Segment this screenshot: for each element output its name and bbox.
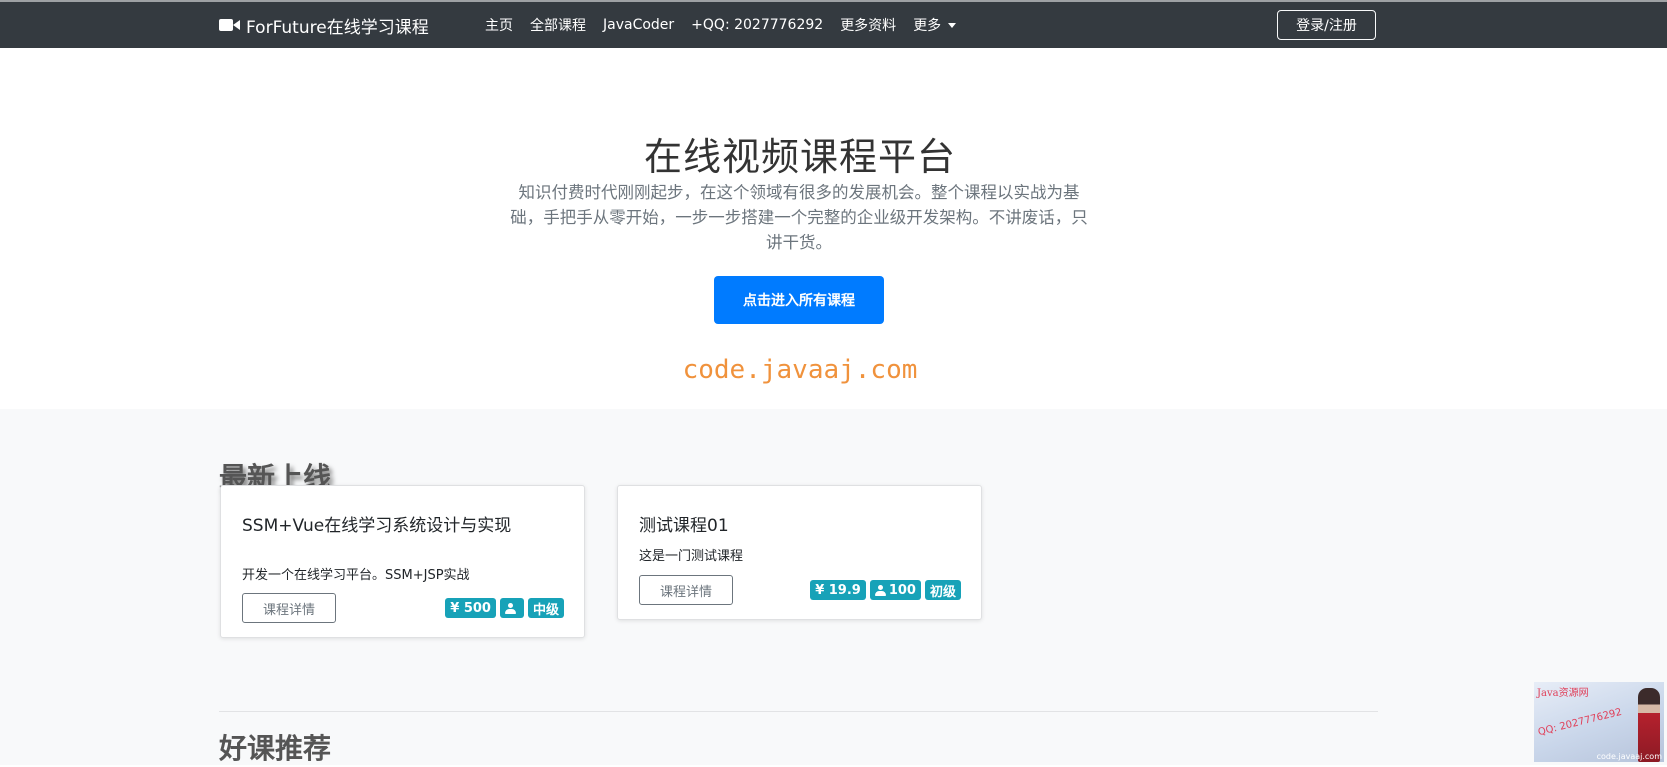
hero-title: 在线视频课程平台 — [643, 135, 956, 179]
nav-links: 主页 全部课程 JavaCoder +QQ: 2027776292 更多资料 更… — [485, 2, 973, 48]
enter-all-courses-button[interactable]: 点击进入所有课程 — [714, 276, 884, 324]
login-register-button[interactable]: 登录/注册 — [1277, 10, 1376, 40]
navbar: ForFuture在线学习课程 主页 全部课程 JavaCoder +QQ: 2… — [0, 2, 1667, 48]
course-detail-button[interactable]: 课程详情 — [242, 593, 336, 623]
user-icon — [874, 584, 886, 596]
hero-description: 知识付费时代刚刚起步，在这个领域有很多的发展机会。整个课程以实战为基础，手把手从… — [510, 183, 1088, 252]
course-title[interactable]: SSM+Vue在线学习系统设计与实现 — [242, 515, 552, 537]
course-badges: ¥ 19.9 100 初级 — [810, 580, 961, 600]
ad-qq: QQ: 2027776292 — [1536, 706, 1623, 739]
ad-site: code.javaaj.com — [1596, 752, 1662, 761]
caret-down-icon — [948, 22, 957, 28]
nav-home[interactable]: 主页 — [485, 15, 513, 35]
course-badges: ¥ 500 中级 — [445, 598, 564, 618]
enrolled-badge: 100 — [869, 580, 921, 600]
ad-figure-image — [1638, 688, 1660, 762]
nav-more-dropdown[interactable]: 更多 — [913, 15, 957, 35]
hero-jumbotron: 在线视频课程平台 知识付费时代刚刚起步，在这个领域有很多的发展机会。整个课程以实… — [0, 48, 1667, 409]
video-camera-icon — [219, 19, 241, 31]
level-badge: 中级 — [527, 598, 564, 618]
course-card: 测试课程01 这是一门测试课程 课程详情 ¥ 19.9 100 初级 — [617, 485, 982, 620]
latest-courses-section: 最新上线 SSM+Vue在线学习系统设计与实现 开发一个在线学习平台。SSM+J… — [0, 409, 1667, 765]
course-summary: 开发一个在线学习平台。SSM+JSP实战 — [242, 568, 470, 583]
nav-more-label: 更多 — [913, 18, 942, 34]
section-divider — [219, 711, 1378, 712]
course-detail-button[interactable]: 课程详情 — [639, 575, 733, 605]
nav-qq[interactable]: +QQ: 2027776292 — [691, 17, 823, 33]
enrolled-count: 100 — [888, 582, 916, 598]
price-badge: ¥ 500 — [445, 598, 496, 618]
nav-all-courses[interactable]: 全部课程 — [530, 15, 586, 35]
enrolled-badge — [499, 598, 524, 618]
floating-ad-banner[interactable]: Java资源网 QQ: 2027776292 code.javaaj.com — [1534, 682, 1664, 762]
ad-title: Java资源网 — [1537, 688, 1589, 699]
level-badge: 初级 — [924, 580, 961, 600]
brand-name: ForFuture在线学习课程 — [246, 17, 429, 38]
user-icon — [504, 602, 516, 614]
course-card: SSM+Vue在线学习系统设计与实现 开发一个在线学习平台。SSM+JSP实战 … — [220, 485, 585, 638]
nav-more-resources[interactable]: 更多资料 — [840, 15, 896, 35]
brand-link[interactable]: ForFuture在线学习课程 — [219, 2, 429, 48]
course-summary: 这是一门测试课程 — [639, 549, 744, 564]
course-title[interactable]: 测试课程01 — [639, 515, 949, 537]
recommended-section-title: 好课推荐 — [219, 732, 332, 765]
price-badge: ¥ 19.9 — [810, 580, 866, 600]
nav-javacoder[interactable]: JavaCoder — [603, 17, 674, 33]
site-watermark: code.javaaj.com — [682, 355, 918, 385]
